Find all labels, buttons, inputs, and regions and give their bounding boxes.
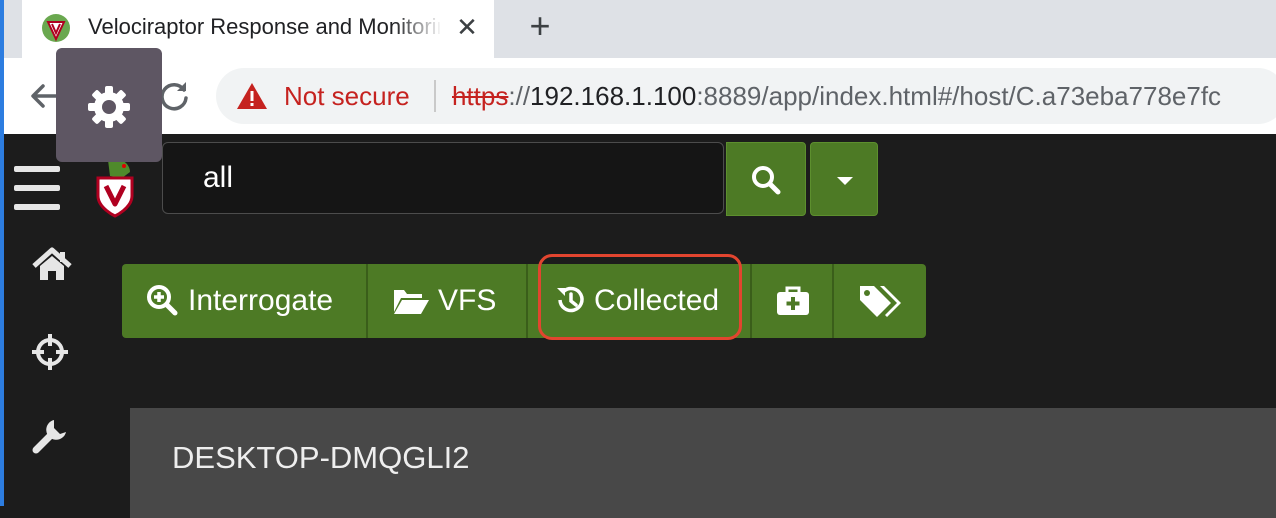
medkit-button[interactable]	[752, 264, 834, 338]
host-name: DESKTOP-DMQGLI2	[172, 440, 470, 475]
url-text[interactable]: https://192.168.1.100:8889/app/index.htm…	[452, 78, 1221, 114]
wrench-icon[interactable]	[30, 416, 70, 456]
search-options-dropdown-button[interactable]	[810, 142, 878, 216]
browser-toolbar: Not secure https://192.168.1.100:8889/ap…	[0, 58, 1276, 134]
url-host: 192.168.1.100	[530, 81, 697, 111]
zoom-in-icon	[147, 285, 178, 316]
address-bar[interactable]: Not secure https://192.168.1.100:8889/ap…	[216, 68, 1276, 124]
velociraptor-favicon-icon	[42, 14, 70, 42]
labels-button[interactable]	[834, 264, 926, 338]
velociraptor-app: Interrogate VFS Collected	[4, 134, 1276, 518]
url-path: :8889/app/index.html#/host/C.a73eba778e7…	[696, 81, 1222, 111]
medkit-icon	[777, 286, 809, 315]
collected-highlight-annotation	[538, 254, 742, 340]
search-button[interactable]	[726, 142, 806, 216]
tab-close-icon[interactable]: ✕	[452, 10, 482, 44]
vfs-label: VFS	[438, 284, 497, 317]
velociraptor-logo[interactable]	[90, 156, 140, 218]
omnibox-divider	[434, 80, 436, 112]
caret-down-icon	[837, 177, 853, 185]
window-frame-edge	[0, 0, 4, 506]
settings-gear-icon	[88, 86, 130, 128]
hamburger-menu-icon[interactable]	[14, 166, 60, 210]
home-icon[interactable]	[32, 246, 72, 286]
browser-tabstrip: Velociraptor Response and Monitoring ✕ +	[0, 0, 1276, 58]
url-scheme: https	[452, 81, 509, 111]
settings-overlay-button[interactable]	[56, 48, 162, 162]
url-separator: ://	[508, 81, 531, 111]
tags-icon	[860, 286, 901, 317]
vfs-button[interactable]: VFS	[368, 264, 528, 338]
search-icon	[752, 166, 781, 195]
host-info-panel: DESKTOP-DMQGLI2	[130, 408, 1276, 518]
security-status-label[interactable]: Not secure	[284, 78, 410, 114]
tab-title-fade	[394, 12, 442, 42]
tab-title: Velociraptor Response and Monitoring	[88, 14, 440, 39]
crosshairs-icon[interactable]	[30, 332, 70, 372]
folder-open-icon	[394, 290, 429, 314]
new-tab-button[interactable]: +	[522, 6, 558, 46]
client-search-input[interactable]	[162, 142, 724, 214]
interrogate-button[interactable]: Interrogate	[122, 264, 368, 338]
warning-icon	[237, 83, 267, 109]
interrogate-label: Interrogate	[188, 284, 334, 317]
